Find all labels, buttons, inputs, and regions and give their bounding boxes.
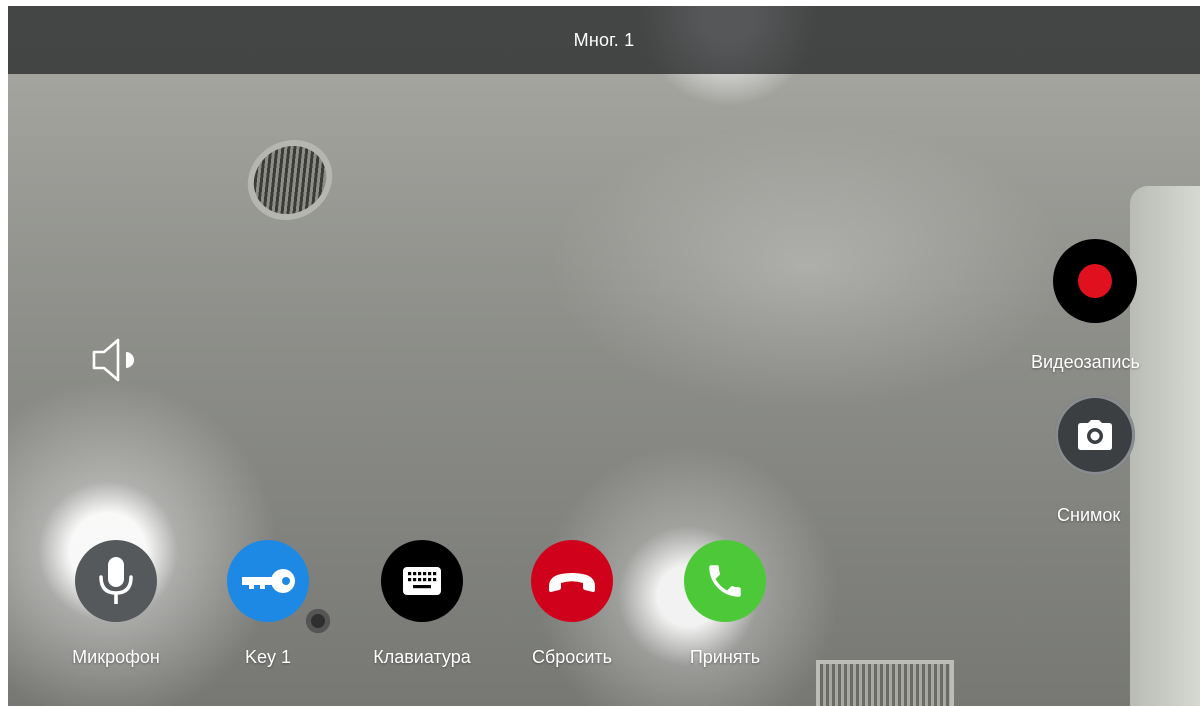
keyboard-circle (381, 540, 463, 622)
microphone-circle (75, 540, 157, 622)
accept-button[interactable]: Принять (667, 540, 783, 668)
page-title: Мног. 1 (573, 29, 635, 50)
record-button[interactable] (1053, 239, 1137, 323)
key1-label: Key 1 (244, 647, 292, 667)
record-label: Видеозапись (1031, 352, 1140, 372)
hang-up-icon (549, 573, 595, 592)
accept-label: Принять (689, 647, 761, 667)
accept-circle (684, 540, 766, 622)
camera-icon (1078, 420, 1112, 450)
reset-button[interactable]: Сбросить (514, 540, 630, 668)
key1-circle (227, 540, 309, 622)
microphone-button[interactable]: Микрофон (58, 540, 174, 668)
ceiling-vent (250, 146, 330, 214)
key-icon (242, 569, 295, 593)
record-icon (1078, 264, 1112, 298)
reset-circle (531, 540, 613, 622)
snapshot-button[interactable] (1055, 395, 1135, 475)
keyboard-label: Клавиатура (373, 647, 471, 667)
key1-button[interactable]: Key 1 (210, 540, 326, 668)
video-feed: Мног. 1 Видеозапись Снимок Микрофон Key … (8, 6, 1200, 706)
microphone-label: Микрофон (72, 647, 160, 667)
microphone-icon (99, 557, 133, 604)
snapshot-label: Снимок (1057, 505, 1121, 525)
keyboard-button[interactable]: Клавиатура (360, 540, 484, 668)
wall-edge (1130, 186, 1200, 706)
ceiling-grille (816, 660, 954, 706)
title-bar: Мног. 1 (8, 6, 1200, 74)
phone-icon (709, 565, 741, 597)
speaker-icon (92, 338, 134, 382)
keyboard-icon (403, 567, 441, 595)
volume-button[interactable] (86, 334, 142, 386)
reset-label: Сбросить (531, 647, 612, 667)
